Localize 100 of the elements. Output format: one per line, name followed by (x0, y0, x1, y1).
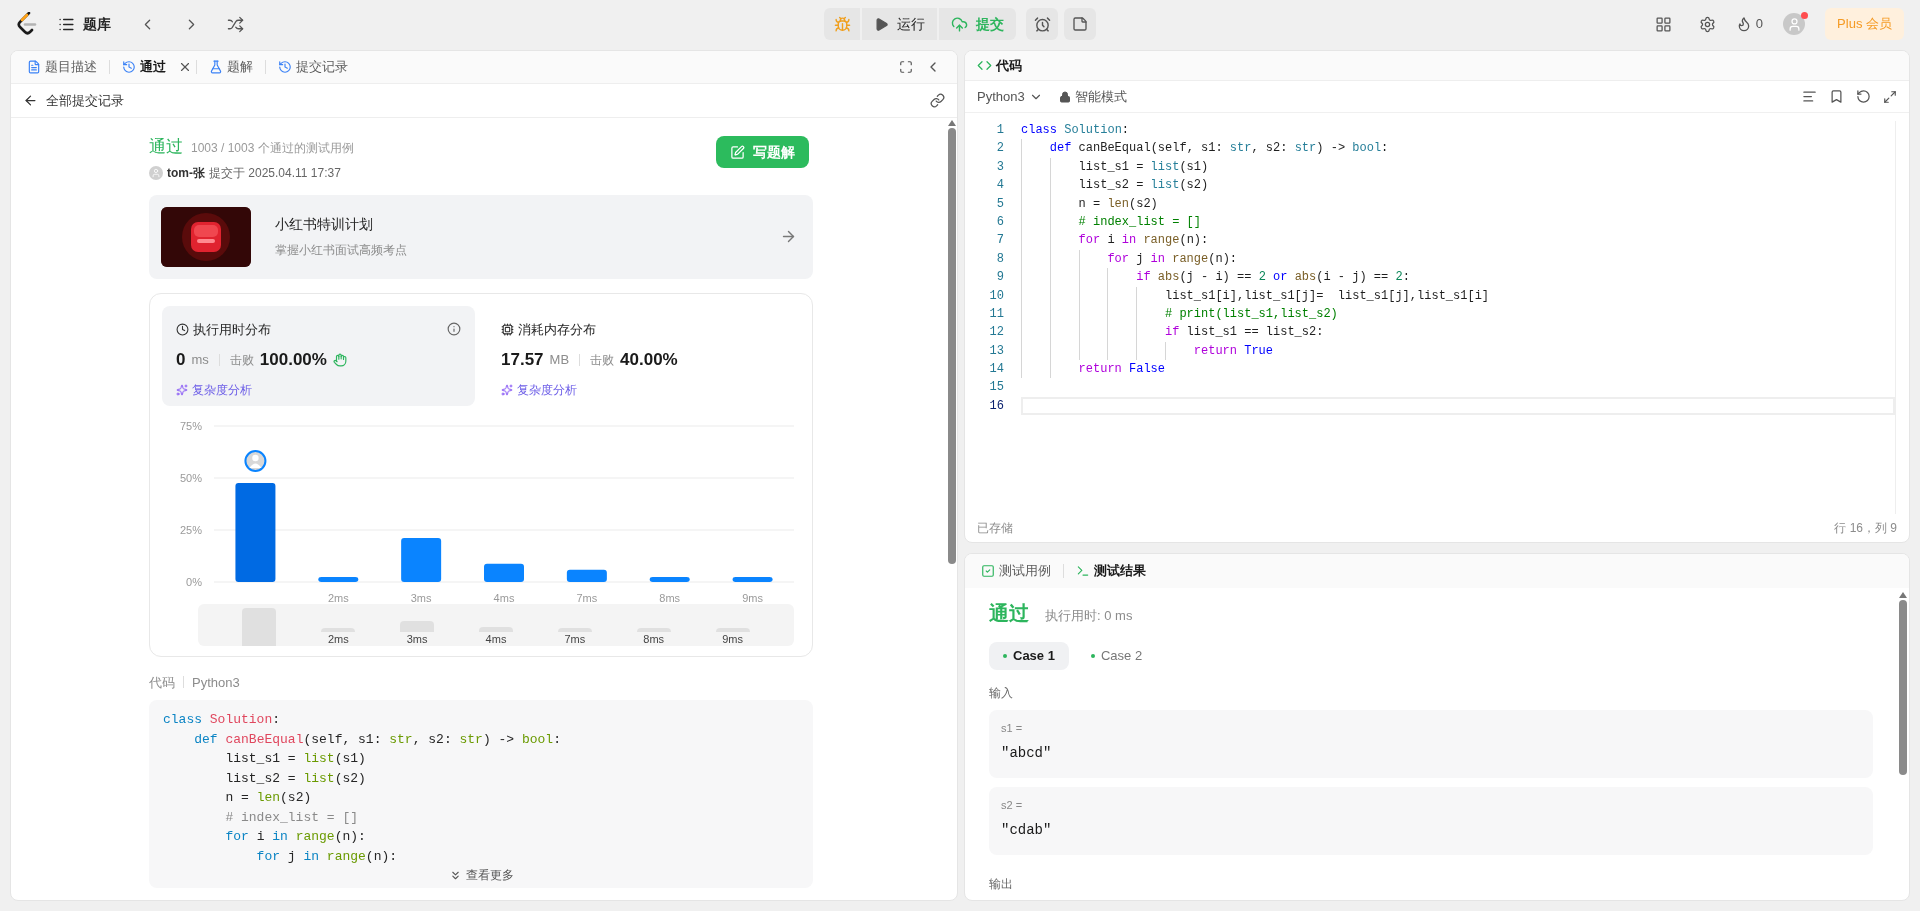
arrow-right-icon[interactable] (780, 228, 797, 245)
grid-icon (1655, 15, 1673, 33)
panel-tab[interactable]: 题目描述 (19, 54, 105, 80)
link-icon[interactable] (930, 93, 945, 108)
status-text: 通过 (149, 136, 183, 158)
chart-bar[interactable] (484, 563, 524, 582)
code-line: if list_s1 == list_s2: (1021, 323, 1895, 342)
output-label: 输出 (989, 876, 1014, 893)
streak-counter[interactable]: 0 (1735, 14, 1764, 34)
promo-card[interactable]: 小红书特训计划 掌握小红书面试高频考点 (149, 194, 813, 279)
beat-percent: 100.00% (259, 349, 327, 371)
runtime-text: 执行用时: 0 ms (1045, 607, 1133, 625)
document-icon (27, 60, 41, 74)
logo-icon[interactable] (16, 12, 38, 36)
cursor-position: 行 16，列 9 (1834, 520, 1897, 537)
code-line: n = len(s2) (224, 789, 313, 807)
chart-bar[interactable] (401, 537, 442, 582)
navigator-label: 9ms (722, 631, 743, 646)
line-number: 2 (995, 140, 1005, 158)
save-status: 已存储 (977, 520, 1013, 537)
variable-name: s1 = (1001, 721, 1024, 736)
bookmark-icon[interactable] (1829, 89, 1844, 104)
smart-mode-toggle[interactable]: 智能模式 (1058, 86, 1127, 107)
stat-unit: MB (549, 351, 570, 369)
play-icon (874, 16, 889, 32)
stat-value: 17.57 (501, 349, 544, 371)
line-number: 5 (995, 195, 1005, 213)
flask-icon (209, 60, 223, 74)
line-number: 14 (988, 361, 1005, 379)
chart-bar[interactable] (318, 576, 359, 582)
line-number: 3 (995, 158, 1005, 176)
case-tab[interactable]: Case 2 (1076, 642, 1157, 670)
line-number: 4 (995, 177, 1005, 195)
bug-icon (833, 15, 851, 33)
format-icon[interactable] (1802, 89, 1817, 104)
line-number: 10 (988, 287, 1005, 305)
run-button[interactable]: 运行 (862, 8, 937, 40)
note-button[interactable] (1064, 8, 1096, 40)
code-line: n = len(s2) (1021, 194, 1895, 213)
code-line: for j in range(n): (255, 847, 399, 866)
panel-tab[interactable]: 通过 (114, 54, 174, 80)
user-silhouette-icon (1786, 16, 1802, 32)
chart-bar[interactable] (732, 576, 773, 582)
show-more-button[interactable]: 查看更多 (448, 866, 514, 884)
navigator-label: 8ms (643, 631, 665, 646)
line-number: 8 (995, 250, 1005, 268)
code-line: for i in range(n): (224, 828, 367, 846)
alarm-button[interactable] (1026, 8, 1058, 40)
variable-name: s2 = (1001, 798, 1024, 813)
promo-subtitle: 掌握小红书面试高频考点 (275, 242, 407, 259)
username[interactable]: tom-张 (167, 163, 205, 182)
cloud-upload-icon (951, 15, 968, 33)
line-number: 13 (988, 342, 1005, 360)
stat-card[interactable]: 执行用时分布 0 ms 击败 100.00% 复杂度分析 (162, 305, 475, 406)
reset-icon[interactable] (1856, 89, 1871, 104)
line-number: 6 (995, 213, 1005, 231)
info-icon[interactable] (447, 322, 461, 337)
chart-bar[interactable] (649, 576, 690, 582)
checkbox-icon (981, 564, 995, 578)
code-line: if abs(j - i) == 2 or abs(i - j) == 2: (1021, 268, 1895, 287)
language-dropdown[interactable]: Python3 (977, 86, 1043, 107)
history-icon (278, 60, 292, 74)
line-number: 9 (995, 269, 1005, 287)
avatar[interactable] (1783, 13, 1806, 35)
language-label: Python3 (192, 673, 240, 692)
beat-label: 击败 (590, 351, 615, 369)
axis-label: 2ms (327, 591, 349, 604)
stat-unit: ms (191, 351, 209, 369)
complexity-link[interactable]: 复杂度分析 (176, 380, 252, 399)
range-navigator[interactable]: 2ms 3ms 4ms 7ms 8ms 9ms (198, 603, 794, 646)
variable-value: "abcd" (1001, 743, 1053, 763)
lock-icon (1058, 90, 1071, 103)
maximize-icon[interactable] (899, 60, 913, 74)
code-line: class Solution: (163, 711, 282, 729)
panel-tab[interactable]: 测试结果 (1068, 558, 1154, 584)
code-line: def canBeEqual(self, s1: str, s2: str) -> bool: (193, 730, 562, 749)
test-cases-text: 1003 / 1003 个通过的测试用例 (191, 140, 354, 157)
code-line: for i in range(n): (1021, 231, 1895, 250)
code-line: list_s2 = list(s2) (1021, 176, 1895, 195)
line-number: 16 (988, 397, 1005, 415)
submit-time: 提交于 2025.04.11 17:37 (209, 164, 341, 182)
axis-label: 25% (179, 523, 202, 536)
back-link[interactable]: 全部提交记录 (23, 90, 124, 111)
chart-bar[interactable] (566, 569, 607, 582)
line-number: 15 (988, 379, 1005, 397)
panel-tab[interactable]: 测试用例 (973, 558, 1059, 584)
case-tab[interactable]: Case 1 (989, 642, 1069, 670)
code-line: return True (1021, 341, 1895, 361)
beat-label: 击败 (229, 351, 254, 369)
close-icon[interactable] (178, 60, 192, 74)
chart-bar[interactable] (235, 482, 276, 582)
code-line: class Solution: (1021, 122, 1131, 139)
avatar-marker-icon (244, 449, 267, 472)
arrow-left-icon (23, 93, 38, 108)
panel-tab[interactable]: 题解 (201, 54, 261, 80)
panel-tab[interactable]: 提交记录 (270, 54, 356, 80)
line-number: 11 (988, 305, 1005, 323)
complexity-link[interactable]: 复杂度分析 (501, 380, 577, 399)
maximize-icon[interactable] (1883, 89, 1897, 104)
problem-bank-button[interactable]: 题库 (50, 13, 119, 35)
